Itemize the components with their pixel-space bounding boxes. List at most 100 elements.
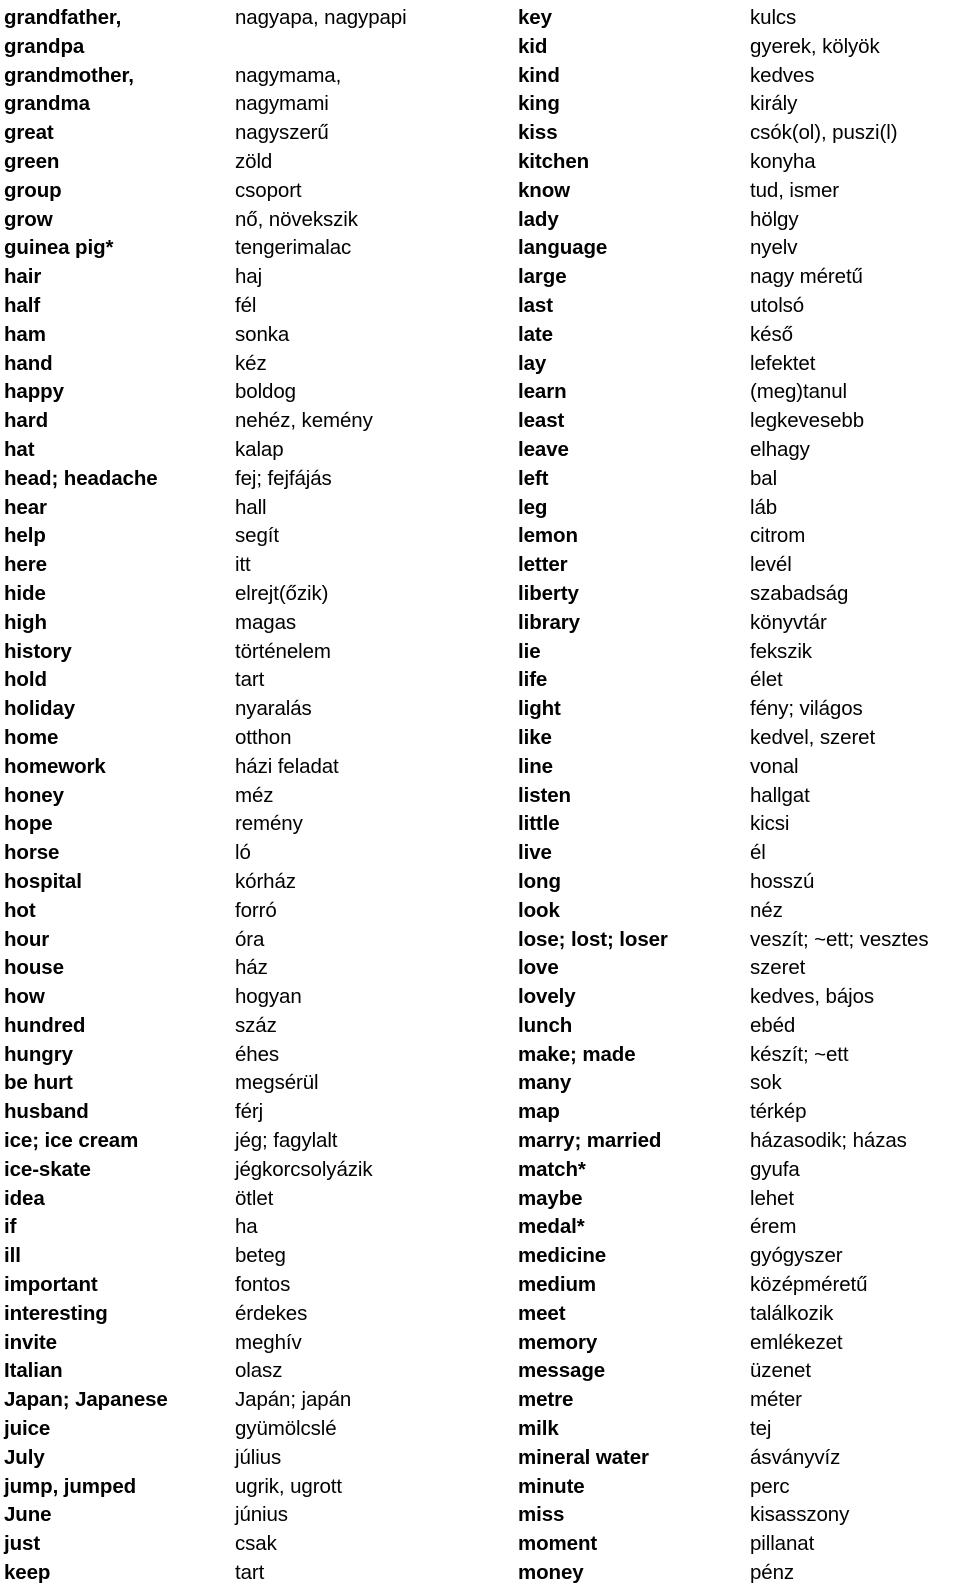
wordlist-entry: library könyvtár: [518, 609, 960, 638]
wordlist-entry: ice; ice cream jég; fagylalt: [4, 1127, 500, 1156]
entry-gloss: él: [750, 841, 766, 865]
entry-term: memory: [518, 1330, 598, 1354]
wordlist-entry: late késő: [518, 321, 960, 350]
entry-term: liberty: [518, 581, 579, 605]
entry-term: medium: [518, 1273, 596, 1297]
entry-term: kid: [518, 34, 548, 58]
wordlist-entry: marry; married házasodik; házas: [518, 1127, 960, 1156]
wordlist-entry: maybe lehet: [518, 1185, 960, 1214]
wordlist-entry: minute perc: [518, 1473, 960, 1502]
wordlist-entry: mineral water ásványvíz: [518, 1444, 960, 1473]
wordlist-entry: lovely kedves, bájos: [518, 983, 960, 1012]
entry-gloss: kalap: [235, 437, 284, 461]
entry-term: grandpa: [4, 34, 85, 58]
wordlist-entry: hand kéz: [4, 350, 500, 379]
wordlist-entry: hear hall: [4, 494, 500, 523]
wordlist-entry: least legkevesebb: [518, 407, 960, 436]
entry-term: language: [518, 236, 608, 260]
entry-term: hundred: [4, 1013, 86, 1037]
entry-gloss: fej; fejfájás: [235, 466, 332, 490]
wordlist-entry: interesting érdekes: [4, 1300, 500, 1329]
entry-gloss: láb: [750, 495, 778, 519]
entry-term: kiss: [518, 121, 558, 145]
entry-gloss: fontos: [235, 1273, 291, 1297]
wordlist-entry: group csoport: [4, 177, 500, 206]
wordlist-entry: Japan; Japanese Japán; japán: [4, 1386, 500, 1415]
left-column: grandfather, nagyapa, nagypapi grandpa gran…: [0, 4, 500, 1588]
entry-gloss: lefektet: [750, 351, 816, 375]
entry-term: marry; married: [518, 1129, 662, 1153]
wordlist-entry: grow nő, növekszik: [4, 206, 500, 235]
wordlist-entry: juice gyümölcslé: [4, 1415, 500, 1444]
wordlist-entry: hard nehéz, kemény: [4, 407, 500, 436]
entry-term: map: [518, 1100, 560, 1124]
entry-term: make; made: [518, 1042, 636, 1066]
entry-term: message: [518, 1359, 606, 1383]
entry-term: be hurt: [4, 1071, 73, 1095]
entry-term: home: [4, 725, 59, 749]
wordlist-entry: grandpa: [4, 33, 500, 62]
wordlist-entry: medicine gyógyszer: [518, 1242, 960, 1271]
entry-gloss: pillanat: [750, 1532, 815, 1556]
entry-gloss: hogyan: [235, 985, 302, 1009]
wordlist-entry: guinea pig* tengerimalac: [4, 234, 500, 263]
entry-term: hat: [4, 437, 35, 461]
entry-gloss: nyaralás: [235, 697, 312, 721]
entry-gloss: otthon: [235, 725, 292, 749]
entry-gloss: fekszik: [750, 639, 812, 663]
entry-gloss: elrejt(őzik): [235, 581, 329, 605]
entry-term: moment: [518, 1532, 598, 1556]
entry-gloss: legkevesebb: [750, 409, 865, 433]
wordlist-entry: medium középméretű: [518, 1271, 960, 1300]
entry-term: house: [4, 956, 64, 980]
entry-gloss: június: [235, 1503, 288, 1527]
wordlist-entry: keep tart: [4, 1559, 500, 1588]
entry-gloss: kedvel, szeret: [750, 725, 876, 749]
wordlist-entry: light fény; világos: [518, 695, 960, 724]
entry-gloss: gyógyszer: [750, 1244, 843, 1268]
entry-gloss: (meg)tanul: [750, 380, 847, 404]
entry-term: light: [518, 697, 561, 721]
wordlist-entry: key kulcs: [518, 4, 960, 33]
wordlist-entry: ham sonka: [4, 321, 500, 350]
wordlist-entry: know tud, ismer: [518, 177, 960, 206]
entry-gloss: király: [750, 92, 798, 116]
wordlist-entry: lemon citrom: [518, 522, 960, 551]
entry-gloss: tart: [235, 668, 265, 692]
entry-term: minute: [518, 1474, 585, 1498]
entry-term: life: [518, 668, 548, 692]
wordlist-entry: happy boldog: [4, 378, 500, 407]
wordlist-entry: house ház: [4, 954, 500, 983]
entry-term: grandmother,: [4, 63, 134, 87]
entry-term: live: [518, 841, 552, 865]
wordlist-entry: lie fekszik: [518, 638, 960, 667]
entry-term: lay: [518, 351, 547, 375]
entry-term: half: [4, 293, 41, 317]
entry-gloss: beteg: [235, 1244, 286, 1268]
entry-term: like: [518, 725, 552, 749]
entry-gloss: házi feladat: [235, 754, 339, 778]
entry-gloss: citrom: [750, 524, 806, 548]
wordlist-entry: life élet: [518, 666, 960, 695]
wordlist-entry: green zöld: [4, 148, 500, 177]
entry-term: jump, jumped: [4, 1474, 137, 1498]
entry-term: hand: [4, 351, 53, 375]
entry-term: ice-skate: [4, 1157, 91, 1181]
entry-gloss: segít: [235, 524, 279, 548]
entry-gloss: perc: [750, 1474, 790, 1498]
wordlist-entry: miss kisasszony: [518, 1501, 960, 1530]
entry-gloss: hosszú: [750, 869, 815, 893]
entry-gloss: pénz: [750, 1561, 795, 1585]
entry-gloss: jégkorcsolyázik: [235, 1157, 373, 1181]
entry-term: listen: [518, 783, 571, 807]
wordlist-entry: if ha: [4, 1213, 500, 1242]
wordlist-entry: little kicsi: [518, 810, 960, 839]
entry-term: last: [518, 293, 553, 317]
entry-term: large: [518, 265, 567, 289]
entry-gloss: óra: [235, 927, 265, 951]
entry-term: guinea pig*: [4, 236, 114, 260]
entry-gloss: ásványvíz: [750, 1445, 841, 1469]
wordlist-entry: kid gyerek, kölyök: [518, 33, 960, 62]
entry-term: hear: [4, 495, 47, 519]
wordlist-entry: June június: [4, 1501, 500, 1530]
